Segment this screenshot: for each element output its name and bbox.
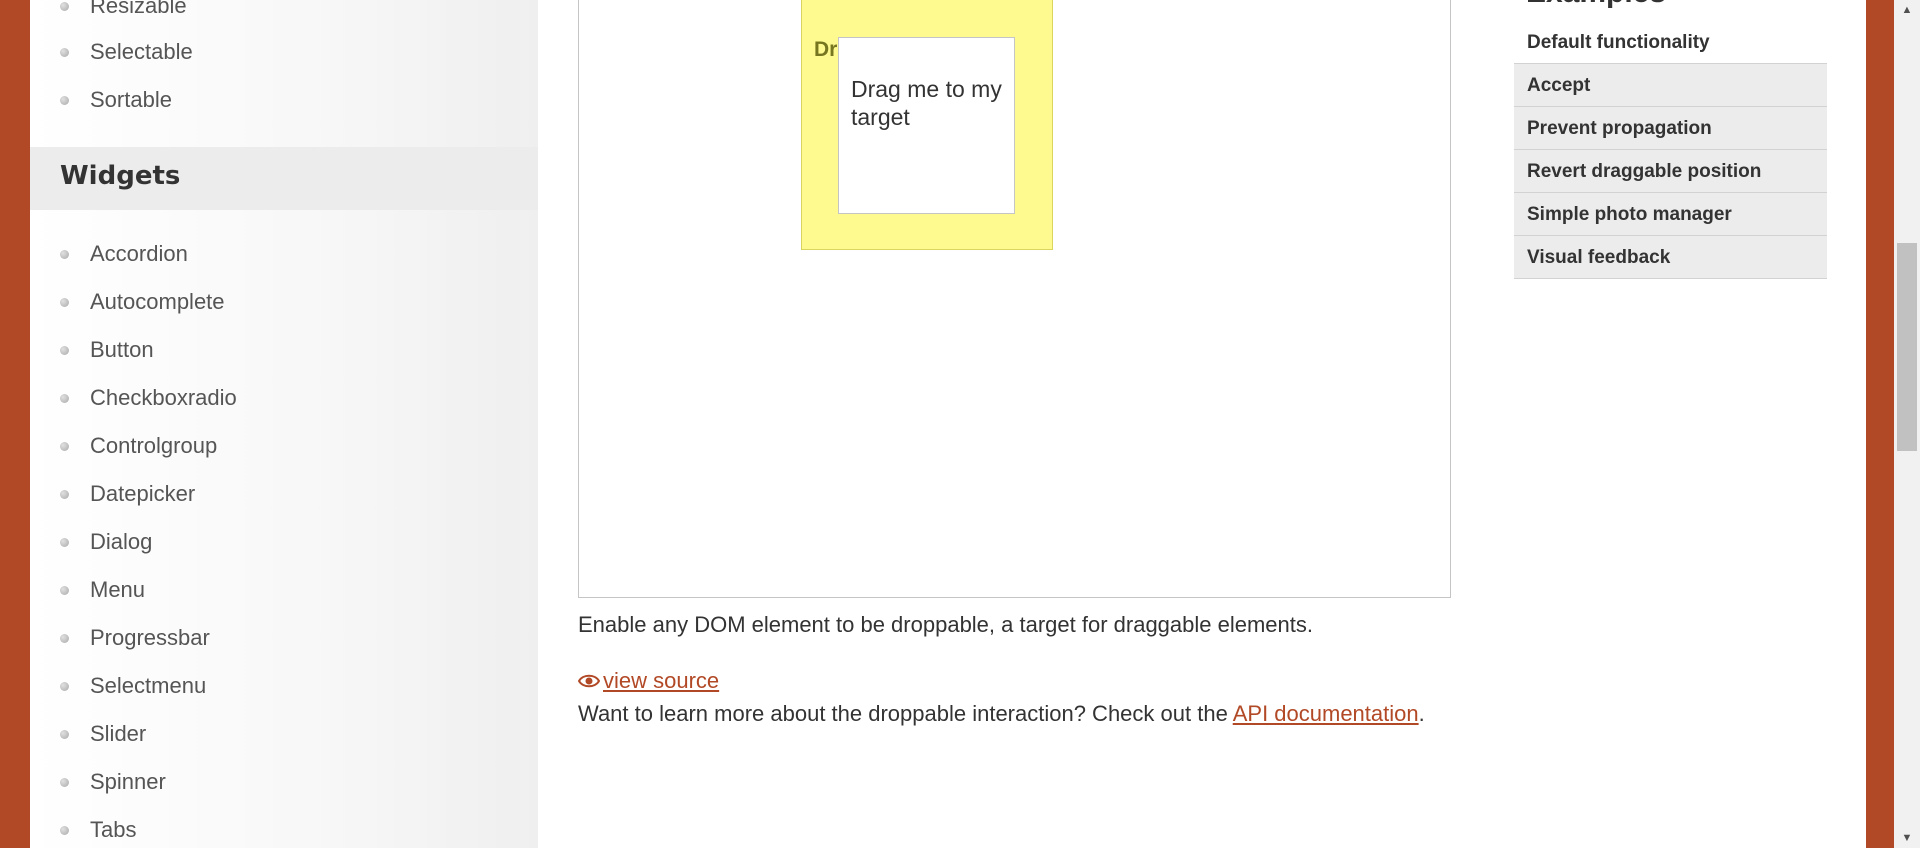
- scroll-down-arrow-icon[interactable]: ▼: [1894, 828, 1920, 848]
- bullet-icon: [60, 298, 69, 307]
- example-revert-draggable-position[interactable]: Revert draggable position: [1514, 150, 1827, 193]
- api-documentation-link[interactable]: API documentation: [1233, 701, 1419, 726]
- learn-more-text: Want to learn more about the droppable i…: [578, 701, 1425, 727]
- example-visual-feedback[interactable]: Visual feedback: [1514, 236, 1827, 279]
- scroll-up-arrow-icon[interactable]: ▲: [1894, 0, 1920, 20]
- page: Resizable Selectable Sortable Widgets Ac…: [30, 0, 1866, 848]
- learn-more-prefix: Want to learn more about the droppable i…: [578, 701, 1233, 726]
- bullet-icon: [60, 634, 69, 643]
- sidebar-item-label: Controlgroup: [90, 433, 218, 458]
- widgets-section-header: Widgets: [30, 147, 538, 210]
- bullet-icon: [60, 96, 69, 105]
- sidebar-item-label: Checkboxradio: [90, 385, 237, 410]
- bullet-icon: [60, 48, 69, 57]
- example-prevent-propagation[interactable]: Prevent propagation: [1514, 107, 1827, 150]
- sidebar-item-label: Selectmenu: [90, 673, 207, 698]
- bullet-icon: [60, 586, 69, 595]
- example-simple-photo-manager[interactable]: Simple photo manager: [1514, 193, 1827, 236]
- sidebar-item-label: Datepicker: [90, 481, 196, 506]
- sidebar-item-label: Dialog: [90, 529, 153, 554]
- bullet-icon: [60, 250, 69, 259]
- bullet-icon: [60, 2, 69, 11]
- sidebar-item-label: Selectable: [90, 39, 193, 64]
- bullet-icon: [60, 442, 69, 451]
- bullet-icon: [60, 490, 69, 499]
- eye-icon: [578, 674, 600, 688]
- draggable-label: Drag me to my target: [851, 76, 1002, 130]
- bullet-icon: [60, 394, 69, 403]
- sidebar-item-label: Progressbar: [90, 625, 210, 650]
- sidebar-item-label: Resizable: [90, 0, 187, 18]
- example-accept[interactable]: Accept: [1514, 64, 1827, 107]
- bullet-icon: [60, 346, 69, 355]
- bullet-icon: [60, 682, 69, 691]
- sidebar-item-label: Autocomplete: [90, 289, 225, 314]
- sidebar-item-label: Tabs: [90, 817, 137, 842]
- sidebar-item-label: Slider: [90, 721, 147, 746]
- sidebar-item-label: Menu: [90, 577, 146, 602]
- examples-heading: Examples: [1526, 0, 1666, 10]
- example-default-functionality[interactable]: Default functionality: [1514, 21, 1827, 64]
- examples-list: Default functionality Accept Prevent pro…: [1514, 21, 1827, 279]
- sidebar-item-label: Spinner: [90, 769, 166, 794]
- bullet-icon: [60, 730, 69, 739]
- view-source: view source: [578, 668, 719, 694]
- sidebar-item-label: Sortable: [90, 87, 172, 112]
- bullet-icon: [60, 538, 69, 547]
- sidebar-item-label: Accordion: [90, 241, 188, 266]
- draggable-box[interactable]: Drag me to my target: [838, 37, 1015, 214]
- sidebar-item-label: Button: [90, 337, 154, 362]
- learn-more-suffix: .: [1418, 701, 1425, 726]
- bullet-icon: [60, 778, 69, 787]
- demo-frame: Drop here Drag me to my target: [578, 0, 1451, 598]
- bullet-icon: [60, 826, 69, 835]
- vertical-scrollbar[interactable]: ▲ ▼: [1894, 0, 1920, 848]
- scrollbar-thumb[interactable]: [1897, 243, 1917, 451]
- widgets-heading: Widgets: [60, 161, 181, 191]
- examples-title: Examples: [1514, 0, 1827, 22]
- demo-description: Enable any DOM element to be droppable, …: [578, 612, 1314, 637]
- view-source-label: view source: [603, 668, 720, 693]
- sidebar: Resizable Selectable Sortable Widgets Ac…: [30, 0, 538, 848]
- view-source-link[interactable]: view source: [578, 668, 719, 693]
